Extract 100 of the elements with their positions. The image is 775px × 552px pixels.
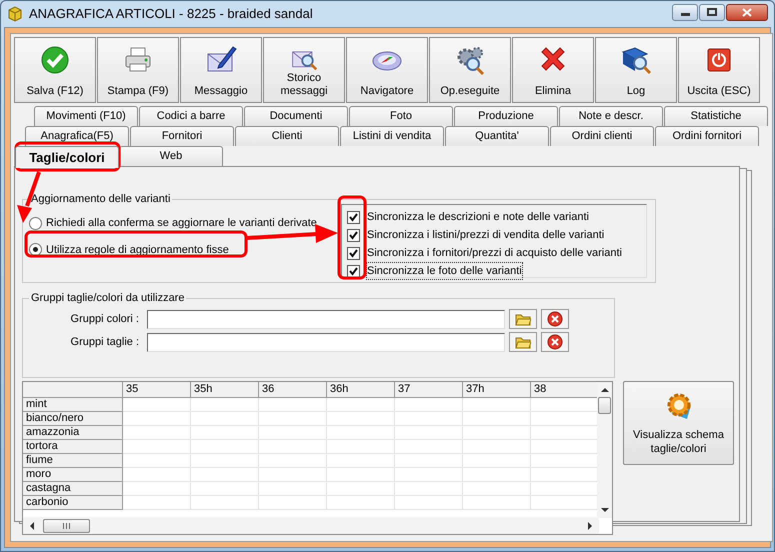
toolbar-button[interactable]: Elimina xyxy=(512,37,594,103)
grid-cell[interactable] xyxy=(123,398,191,412)
group-title: Gruppi taglie/colori da utilizzare xyxy=(29,290,186,306)
grid-cell[interactable] xyxy=(191,482,259,496)
radio-button[interactable] xyxy=(29,216,42,230)
grid-cell[interactable] xyxy=(123,454,191,468)
grid-cell[interactable] xyxy=(327,468,395,482)
tab[interactable]: Listini di vendita xyxy=(340,126,444,146)
tab[interactable]: Fornitori xyxy=(130,126,234,146)
grid-cell[interactable] xyxy=(123,426,191,440)
grid-cell[interactable] xyxy=(395,398,463,412)
toolbar-button[interactable]: Storico messaggi xyxy=(263,37,345,103)
checkbox[interactable] xyxy=(347,228,360,242)
scroll-thumb[interactable] xyxy=(598,397,611,414)
tab[interactable]: Documenti xyxy=(244,106,348,126)
toolbar-button[interactable]: Log xyxy=(595,37,677,103)
grid-cell[interactable] xyxy=(327,454,395,468)
scroll-thumb[interactable] xyxy=(43,518,90,532)
toolbar-button[interactable]: Salva (F12) xyxy=(14,37,96,103)
grid-cell[interactable] xyxy=(395,454,463,468)
grid-cell[interactable] xyxy=(463,482,531,496)
minimize-button[interactable] xyxy=(672,4,698,20)
checkbox[interactable] xyxy=(347,264,360,278)
scroll-up-icon[interactable] xyxy=(600,387,608,393)
toolbar-button[interactable]: Stampa (F9) xyxy=(97,37,179,103)
tab[interactable]: Produzione xyxy=(454,106,558,126)
tab[interactable]: Web xyxy=(119,146,223,166)
tab[interactable]: Movimenti (F10) xyxy=(34,106,138,126)
toolbar-button[interactable]: Op.eseguite xyxy=(429,37,511,103)
clear-button[interactable] xyxy=(541,309,569,329)
toolbar-button[interactable]: Messaggio xyxy=(180,37,262,103)
grid-cell[interactable] xyxy=(191,426,259,440)
radio-button[interactable] xyxy=(29,243,42,256)
grid-cell[interactable] xyxy=(395,426,463,440)
scroll-down-icon[interactable] xyxy=(600,507,608,513)
tab[interactable]: Codici a barre xyxy=(139,106,243,126)
toolbar-button[interactable]: Navigatore xyxy=(346,37,428,103)
tab[interactable]: Taglie/colori xyxy=(15,146,119,168)
grid-cell[interactable] xyxy=(395,440,463,454)
grid-cell[interactable] xyxy=(259,454,327,468)
field-label: Gruppi taglie : xyxy=(70,334,140,350)
grid-cell[interactable] xyxy=(259,426,327,440)
grid-cell[interactable] xyxy=(463,440,531,454)
view-schema-button[interactable]: Visualizza schema taglie/colori xyxy=(623,381,734,465)
grid-cell[interactable] xyxy=(463,398,531,412)
scroll-right-icon[interactable] xyxy=(587,522,593,530)
radio-label: Richiedi alla conferma se aggiornare le varianti derivate xyxy=(46,216,317,231)
input-field[interactable] xyxy=(147,332,505,352)
grid-cell[interactable] xyxy=(327,398,395,412)
grid-cell[interactable] xyxy=(123,440,191,454)
grid-cell[interactable] xyxy=(259,482,327,496)
grid-cell[interactable] xyxy=(259,412,327,426)
grid-cell[interactable] xyxy=(123,496,191,510)
close-button[interactable] xyxy=(726,4,768,20)
tab[interactable]: Ordini clienti xyxy=(550,126,654,146)
grid-cell[interactable] xyxy=(191,398,259,412)
grid-cell[interactable] xyxy=(123,412,191,426)
grid-cell[interactable] xyxy=(259,440,327,454)
maximize-button[interactable] xyxy=(699,4,725,20)
grid-cell[interactable] xyxy=(463,412,531,426)
grid-cell[interactable] xyxy=(259,496,327,510)
browse-button[interactable] xyxy=(509,332,537,352)
grid-cell[interactable] xyxy=(327,496,395,510)
grid-cell[interactable] xyxy=(463,454,531,468)
grid-cell[interactable] xyxy=(327,426,395,440)
toolbar-button[interactable]: Uscita (ESC) xyxy=(678,37,760,103)
tab[interactable]: Note e descr. xyxy=(559,106,663,126)
browse-button[interactable] xyxy=(509,309,537,329)
horizontal-scrollbar[interactable] xyxy=(23,517,599,534)
clear-button[interactable] xyxy=(541,332,569,352)
grid-cell[interactable] xyxy=(191,440,259,454)
tab[interactable]: Statistiche xyxy=(664,106,768,126)
checkbox[interactable] xyxy=(347,246,360,260)
input-field[interactable] xyxy=(147,310,505,328)
tab[interactable]: Clienti xyxy=(235,126,339,146)
grid-cell[interactable] xyxy=(327,412,395,426)
grid-cell[interactable] xyxy=(123,482,191,496)
checkbox[interactable] xyxy=(347,210,360,224)
grid-cell[interactable] xyxy=(123,468,191,482)
grid-cell[interactable] xyxy=(395,496,463,510)
grid-cell[interactable] xyxy=(191,468,259,482)
tab[interactable]: Ordini fornitori xyxy=(655,126,759,146)
grid-cell[interactable] xyxy=(327,482,395,496)
grid-cell[interactable] xyxy=(191,412,259,426)
grid-cell[interactable] xyxy=(395,412,463,426)
grid-cell[interactable] xyxy=(259,468,327,482)
tab[interactable]: Quantita' xyxy=(445,126,549,146)
grid-cell[interactable] xyxy=(463,426,531,440)
grid-cell[interactable] xyxy=(463,496,531,510)
grid-cell[interactable] xyxy=(259,398,327,412)
grid-cell[interactable] xyxy=(327,440,395,454)
grid-cell[interactable] xyxy=(191,454,259,468)
vertical-scrollbar[interactable] xyxy=(597,382,612,518)
tab[interactable]: Foto xyxy=(349,106,453,126)
grid-cell[interactable] xyxy=(395,482,463,496)
column-header: 37h xyxy=(463,382,531,398)
scroll-left-icon[interactable] xyxy=(29,522,35,530)
grid-cell[interactable] xyxy=(395,468,463,482)
grid-cell[interactable] xyxy=(463,468,531,482)
grid-cell[interactable] xyxy=(191,496,259,510)
